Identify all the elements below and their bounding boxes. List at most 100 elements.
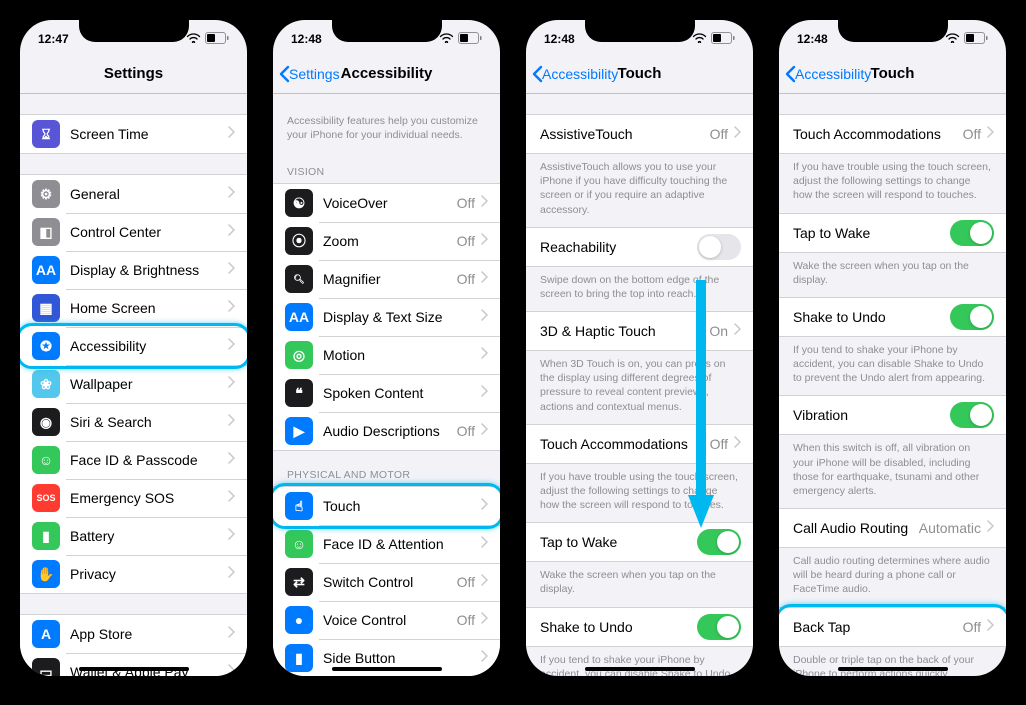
notch [838,20,948,42]
settings-row[interactable]: AADisplay & Brightness [20,251,247,289]
section-footer: If you tend to shake your iPhone by acci… [526,647,753,676]
settings-row[interactable]: AssistiveTouchOff [526,115,753,153]
row-value: Off [963,619,981,635]
content-scroll[interactable]: Touch AccommodationsOffIf you have troub… [779,94,1006,676]
settings-row[interactable]: ●Voice ControlOff [273,601,500,639]
row-value: Off [457,233,475,249]
settings-row[interactable]: SOSEmergency SOS [20,479,247,517]
settings-row[interactable]: ☺︎Face ID & Passcode [20,441,247,479]
settings-group: Touch AccommodationsOff [526,424,753,464]
toggle-switch[interactable] [697,234,741,260]
settings-row[interactable]: ▦Home Screen [20,289,247,327]
settings-row[interactable]: Vibration [779,396,1006,434]
home-indicator[interactable] [332,667,442,671]
settings-group: Back TapOff [779,607,1006,647]
toggle-switch[interactable] [950,220,994,246]
chevron-right-icon [222,527,235,545]
battery-icon [205,32,229,47]
row-label: Privacy [70,566,222,582]
back-button[interactable]: Accessibility [785,65,871,83]
settings-row[interactable]: Tap to Wake [526,523,753,561]
row-value: Off [457,423,475,439]
section-footer: If you have trouble using the touch scre… [779,154,1006,213]
status-icons [945,32,988,47]
settings-group: ☝︎Touch☺︎Face ID & Attention⇄Switch Cont… [273,486,500,676]
settings-row[interactable]: ◎ Motion [273,336,500,374]
settings-row[interactable]: 3D & Haptic TouchOn [526,312,753,350]
settings-row[interactable]: Touch AccommodationsOff [779,115,1006,153]
toggle-switch[interactable] [697,529,741,555]
chevron-right-icon [475,649,488,667]
chevron-right-icon [222,565,235,583]
screen: 12:47Settings⌛︎Screen Time⚙︎General◧Cont… [20,20,247,676]
row-value: Off [457,271,475,287]
home-screen-icon: ▦ [32,294,60,322]
status-time: 12:47 [38,32,69,46]
settings-row[interactable]: Call Audio RoutingAutomatic [779,509,1006,547]
section-footer: If you have trouble using the touch scre… [526,464,753,523]
settings-row[interactable]: Touch AccommodationsOff [526,425,753,463]
section-footer: When 3D Touch is on, you can press on th… [526,351,753,424]
toggle-switch[interactable] [950,402,994,428]
settings-row[interactable]: ⌛︎Screen Time [20,115,247,153]
home-indicator[interactable] [585,667,695,671]
screen: 12:48AccessibilityTouchAssistiveTouchOff… [526,20,753,676]
chevron-right-icon [222,489,235,507]
faceid-icon: ☺︎ [32,446,60,474]
settings-row[interactable]: ☯︎VoiceOverOff [273,184,500,222]
section-header: PHYSICAL AND MOTOR [273,451,500,486]
row-label: Shake to Undo [793,309,950,325]
wifi-icon [945,32,960,46]
status-icons [439,32,482,47]
toggle-switch[interactable] [950,304,994,330]
settings-group: Reachability [526,227,753,267]
wifi-icon [439,32,454,46]
settings-row[interactable]: ✋Privacy [20,555,247,593]
settings-row[interactable]: 🔍︎MagnifierOff [273,260,500,298]
settings-row[interactable]: ☝︎Touch [273,487,500,525]
back-label: Settings [289,66,340,82]
row-label: Display & Text Size [323,309,475,325]
settings-row[interactable]: ⚙︎General [20,175,247,213]
settings-row[interactable]: ✪Accessibility [20,327,247,365]
row-label: Motion [323,347,475,363]
content-scroll[interactable]: ⌛︎Screen Time ⚙︎General◧Control CenterAAD… [20,94,247,676]
battery-icon: ▮ [32,522,60,550]
settings-row[interactable]: Tap to Wake [779,214,1006,252]
settings-row[interactable]: ❝Spoken Content [273,374,500,412]
appstore-icon: A [32,620,60,648]
chevron-right-icon [981,519,994,537]
settings-row[interactable]: AApp Store [20,615,247,653]
content-scroll[interactable]: Accessibility features help you customiz… [273,94,500,676]
back-button[interactable]: Accessibility [532,65,618,83]
section-footer: When this switch is off, all vibration o… [779,435,1006,508]
settings-row[interactable]: ▶Audio DescriptionsOff [273,412,500,450]
settings-row[interactable]: Reachability [526,228,753,266]
display-icon: AA [32,256,60,284]
chevron-right-icon [981,125,994,143]
settings-row[interactable]: ◧Control Center [20,213,247,251]
settings-row[interactable]: ⇄Switch ControlOff [273,563,500,601]
settings-row[interactable]: ◉Siri & Search [20,403,247,441]
home-indicator[interactable] [79,667,189,671]
settings-row[interactable]: ☺︎Face ID & Attention [273,525,500,563]
settings-row[interactable]: AADisplay & Text Size [273,298,500,336]
row-label: Shake to Undo [540,619,697,635]
settings-group: ☯︎VoiceOverOff⦿ZoomOff🔍︎MagnifierOffAADi… [273,183,500,451]
settings-row[interactable]: ▭Wallet & Apple Pay [20,653,247,676]
settings-row[interactable]: ▮Battery [20,517,247,555]
row-label: Face ID & Attention [323,536,475,552]
settings-row[interactable]: Shake to Undo [779,298,1006,336]
content-scroll[interactable]: AssistiveTouchOffAssistiveTouch allows y… [526,94,753,676]
settings-row[interactable]: Back TapOff [779,608,1006,646]
home-indicator[interactable] [838,667,948,671]
settings-row[interactable]: Shake to Undo [526,608,753,646]
settings-row[interactable]: ❀Wallpaper [20,365,247,403]
row-label: Wallpaper [70,376,222,392]
back-button[interactable]: Settings [279,65,340,83]
toggle-switch[interactable] [697,614,741,640]
chevron-right-icon [475,270,488,288]
motion-icon: ◎ [285,341,313,369]
settings-row[interactable]: ⦿ZoomOff [273,222,500,260]
wifi-icon [186,32,201,46]
